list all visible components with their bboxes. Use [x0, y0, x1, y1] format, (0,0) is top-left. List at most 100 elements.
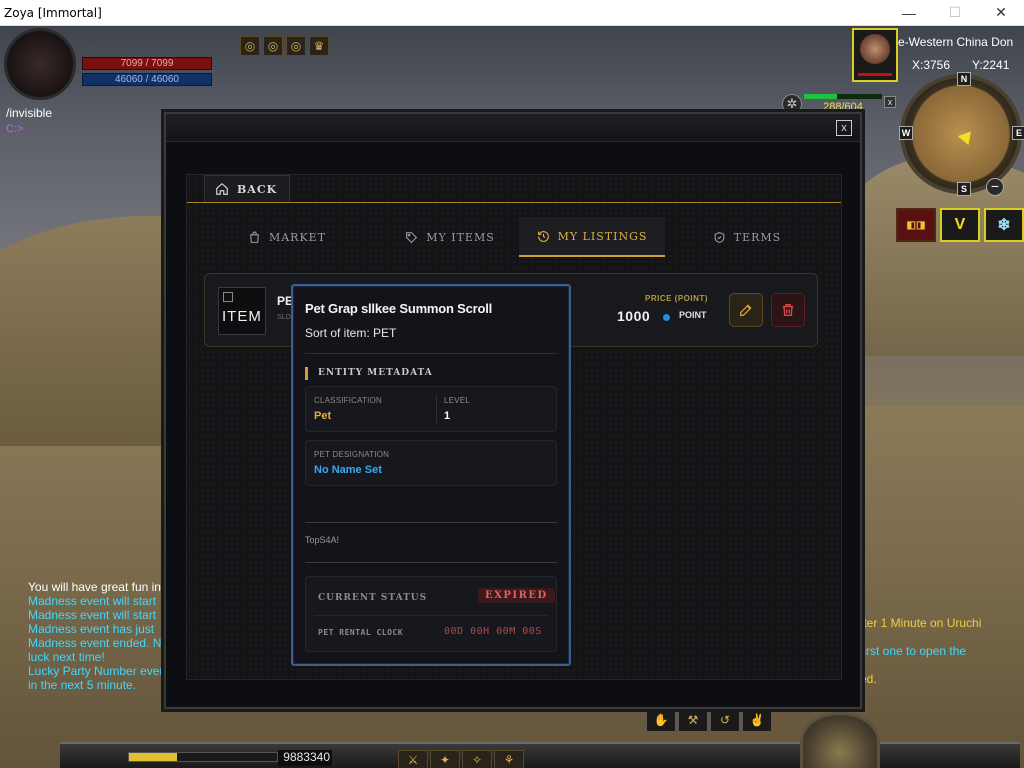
trash-icon [782, 304, 794, 316]
exp-progress-bar [804, 94, 882, 99]
skill-slot-icon[interactable]: ⚘ [494, 750, 524, 768]
shopping-bag-icon [250, 231, 259, 243]
back-button[interactable]: BACK [204, 175, 291, 202]
minimap[interactable]: N S E W [899, 72, 1024, 196]
window-title: Zoya [Immortal] [4, 5, 102, 20]
tab-my-items[interactable]: MY ITEMS [375, 217, 525, 257]
skill-slot-icon[interactable]: ⚔ [398, 750, 428, 768]
ring-icon[interactable]: ◎ [286, 36, 306, 56]
chat-line: Madness event will start [28, 608, 157, 622]
hp-bar: 7099 / 7099 [82, 57, 212, 70]
chat-log-left: You will have great fun in Madness event … [28, 580, 168, 692]
divider [305, 353, 557, 354]
minimap-zoom-out-button[interactable]: − [986, 178, 1004, 196]
price-value: 1000 [617, 308, 651, 324]
ring-icon[interactable]: ◎ [240, 36, 260, 56]
compass-west: W [899, 126, 913, 140]
tab-market[interactable]: MARKET [227, 217, 347, 257]
maximize-button[interactable]: ☐ [932, 0, 978, 26]
quick-slot-icon[interactable]: ✋ [646, 708, 676, 732]
quick-slot-icon[interactable]: ⚒ [678, 708, 708, 732]
character-portrait[interactable] [4, 28, 76, 100]
window-titlebar: Zoya [Immortal] — ☐ ✕ [0, 0, 1024, 26]
chat-command: /invisible [6, 106, 53, 120]
status-label: CURRENT STATUS [318, 593, 428, 603]
mp-value: 46060 / 46060 [115, 74, 179, 85]
level-value: 1 [444, 410, 451, 422]
rental-clock-value: 00D 00H 00M 00S [444, 626, 542, 637]
crown-icon[interactable]: ♛ [309, 36, 329, 56]
chat-log-right: fter 1 Minute on Uruchi first one to ope… [860, 616, 1024, 686]
home-icon [216, 182, 228, 195]
skill-slot-icon[interactable]: ✦ [430, 750, 460, 768]
quick-slot-icon[interactable]: ✌ [742, 708, 772, 732]
back-bar: BACK [187, 175, 841, 203]
snowflake-button[interactable]: ❄ [984, 208, 1024, 242]
modal-close-button[interactable]: x [836, 120, 852, 136]
close-window-button[interactable]: ✕ [978, 0, 1024, 26]
edit-listing-button[interactable] [729, 293, 763, 327]
quick-slot-bar: ✋ ⚒ ↺ ✌ [646, 708, 772, 732]
zone-name: e-Western China Don [898, 35, 1014, 49]
event-banner-button[interactable]: ◧◨ [896, 208, 936, 242]
divider [436, 395, 437, 423]
chat-line: luck next time! [28, 650, 105, 664]
divider [305, 562, 557, 563]
chat-prompt[interactable]: C:> [6, 123, 23, 135]
item-image-alt: ITEM [222, 308, 262, 325]
target-hp-bar [858, 73, 892, 76]
modal-title-strip [166, 114, 860, 142]
menu-orb[interactable] [800, 712, 880, 768]
right-action-buttons: ◧◨ V ❄ [896, 208, 1024, 242]
back-label: BACK [237, 182, 278, 196]
divider [305, 522, 557, 523]
target-avatar[interactable] [852, 28, 898, 82]
character-name: Zoya [76, 39, 101, 51]
hp-value: 7099 / 7099 [120, 58, 174, 69]
raccoon-face-icon [860, 34, 890, 64]
mp-bar: 46060 / 46060 [82, 73, 212, 86]
tab-my-listings-label: MY LISTINGS [557, 229, 648, 243]
ring-icon[interactable]: ◎ [263, 36, 283, 56]
item-tooltip: Pet Grap sllkee Summon Scroll Sort of it… [291, 284, 571, 666]
tooltip-sort: Sort of item: PET [305, 326, 397, 340]
compass-east: E [1012, 126, 1024, 140]
minimize-button[interactable]: — [886, 0, 932, 26]
coord-y: Y:2241 [972, 58, 1010, 72]
gear-icon[interactable]: ✲ [782, 94, 802, 114]
market-tabs: MARKET MY ITEMS MY LISTINGS TERMS [187, 217, 841, 257]
point-dot-icon [663, 314, 670, 321]
skill-bar: ⚔ ✦ ✧ ⚘ [398, 750, 524, 768]
tab-terms[interactable]: TERMS [687, 217, 807, 257]
player-arrow-icon [957, 126, 977, 146]
designation-label: PET DESIGNATION [314, 450, 390, 459]
chat-line [860, 630, 1024, 644]
classification-value: Pet [314, 410, 332, 422]
chat-line: first one to open the [860, 644, 967, 658]
section-heading: ENTITY METADATA [305, 367, 433, 380]
chat-line: fter 1 Minute on Uruchi [860, 616, 982, 630]
tab-my-listings[interactable]: MY LISTINGS [519, 217, 665, 257]
chat-line: Madness event has just [28, 622, 155, 636]
designation-value: No Name Set [314, 464, 382, 476]
exp-close-icon[interactable]: x [884, 96, 896, 108]
broken-image-icon [223, 292, 233, 302]
status-box: CURRENT STATUS EXPIRED PET RENTAL CLOCK … [305, 576, 557, 652]
tooltip-title: Pet Grap sllkee Summon Scroll [305, 301, 493, 316]
tab-market-label: MARKET [268, 230, 327, 244]
skill-slot-icon[interactable]: ✧ [462, 750, 492, 768]
vip-v-button[interactable]: V [940, 208, 980, 242]
gold-amount: 9883340 [278, 750, 332, 766]
stamina-bar [128, 752, 278, 762]
chat-line: Lucky Party Number ever [28, 664, 164, 678]
compass-south: S [957, 182, 971, 196]
tab-my-items-label: MY ITEMS [426, 230, 495, 244]
classification-label: CLASSIFICATION [314, 396, 382, 405]
character-level: Lv 110 [172, 41, 205, 53]
tag-icon [406, 231, 418, 243]
history-icon [537, 230, 549, 242]
quick-slot-icon[interactable]: ↺ [710, 708, 740, 732]
chat-line: Madness event will start [28, 594, 157, 608]
chat-line [860, 658, 1024, 672]
delete-listing-button[interactable] [771, 293, 805, 327]
